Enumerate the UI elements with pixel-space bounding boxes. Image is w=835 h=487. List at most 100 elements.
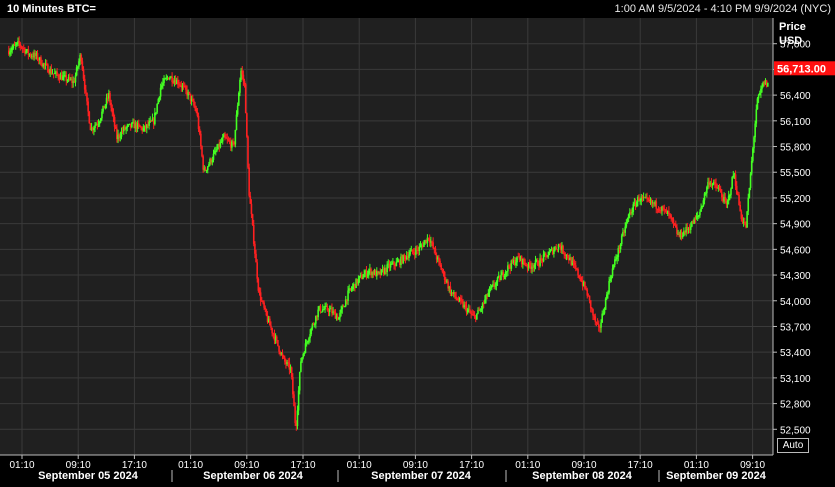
candle-body — [464, 304, 467, 306]
candle-body — [156, 103, 158, 113]
candle-body — [703, 193, 706, 201]
candle-body — [251, 214, 254, 225]
candle-body — [735, 185, 738, 194]
candle-body — [611, 268, 614, 277]
candle-body — [459, 297, 462, 300]
candle-body — [16, 42, 18, 45]
candle-body — [308, 338, 310, 342]
candle-body — [577, 269, 579, 276]
candle-body — [752, 148, 754, 161]
auto-scale-button[interactable]: Auto — [777, 438, 809, 453]
candle-body — [367, 270, 370, 274]
candle-body — [215, 150, 217, 152]
candle-body — [470, 312, 472, 314]
candle-body — [487, 292, 490, 297]
candle-body — [310, 328, 313, 335]
candle-body — [82, 69, 85, 79]
candle-body — [86, 92, 88, 102]
y-tick-label: 52,800 — [780, 400, 811, 411]
candle-body — [11, 47, 14, 51]
candle-body — [293, 394, 295, 407]
candle-body — [747, 197, 750, 212]
candle-body — [255, 253, 257, 263]
candle-body — [639, 200, 641, 202]
y-tick-label: 56,100 — [780, 117, 811, 128]
candle-body — [758, 92, 761, 96]
candle-body — [701, 205, 704, 208]
candle-body — [740, 211, 743, 219]
candle-body — [757, 95, 760, 99]
candle-body — [338, 317, 340, 320]
candle-body — [68, 77, 71, 80]
candle-body — [602, 313, 605, 315]
price-chart[interactable]: Price USD 57,00056,70056,40056,10055,800… — [0, 18, 835, 482]
candle-body — [606, 294, 608, 299]
candle-body — [589, 300, 592, 309]
candle-body — [533, 264, 536, 268]
candle-body — [247, 136, 249, 168]
y-tick-label: 53,100 — [780, 374, 811, 385]
candle-body — [657, 208, 660, 211]
candle-body — [326, 305, 329, 311]
candle-body — [277, 339, 279, 346]
candle-body — [196, 111, 199, 116]
candle-body — [242, 74, 245, 81]
candle-body — [500, 275, 502, 281]
candle-body — [197, 115, 200, 130]
candle-body — [282, 355, 285, 358]
candle-body — [244, 84, 247, 114]
candle-body — [615, 259, 617, 261]
price-axis-ticks: 57,00056,70056,40056,10055,80055,50055,2… — [773, 40, 811, 436]
candle-body — [608, 281, 610, 293]
candle-body — [638, 197, 640, 201]
candle-body — [366, 273, 369, 277]
candle-body — [675, 225, 677, 228]
candle-body — [297, 390, 300, 411]
candle-body — [250, 203, 253, 215]
candle-body — [357, 278, 360, 284]
chart-title: 10 Minutes BTC= — [7, 3, 96, 15]
candle-body — [614, 259, 616, 265]
candle-body — [668, 211, 670, 214]
candle-body — [672, 219, 675, 224]
candle-body — [386, 264, 388, 273]
y-tick-label: 55,500 — [780, 168, 811, 179]
candle-body — [524, 262, 526, 265]
candle-body — [294, 406, 296, 424]
candle-body — [627, 214, 630, 219]
candle-body — [439, 260, 441, 265]
date-label: September 09 2024 — [666, 470, 767, 482]
candle-body — [87, 101, 89, 112]
candle-body — [262, 300, 264, 303]
candle-body — [504, 272, 507, 276]
x-tick-label: 01:10 — [9, 460, 34, 471]
chart-area[interactable]: Price USD 57,00056,70056,40056,10055,800… — [0, 18, 835, 482]
candle-body — [164, 78, 166, 80]
candle-body — [562, 245, 564, 254]
candle-body — [25, 51, 27, 54]
candle-body — [566, 254, 569, 259]
candle-body — [10, 50, 12, 53]
candle-body — [157, 98, 160, 104]
candle-body — [98, 121, 101, 124]
candle-body — [411, 249, 414, 252]
candle-body — [711, 183, 714, 186]
candle-body — [234, 129, 237, 145]
candle-body — [110, 102, 112, 108]
candle-body — [50, 68, 53, 74]
candle-body — [416, 248, 418, 250]
candle-body — [699, 211, 701, 216]
candle-body — [19, 43, 22, 47]
candle-body — [700, 207, 702, 212]
candle-body — [340, 309, 342, 313]
candle-body — [409, 251, 411, 255]
candle-body — [296, 410, 299, 427]
candle-body — [105, 97, 108, 105]
candle-body — [484, 299, 486, 304]
candle-body — [619, 244, 622, 250]
candle-body — [225, 137, 227, 139]
candle-body — [100, 118, 102, 122]
candle-body — [114, 126, 117, 129]
candle-body — [767, 82, 769, 87]
date-label: September 08 2024 — [532, 470, 633, 482]
